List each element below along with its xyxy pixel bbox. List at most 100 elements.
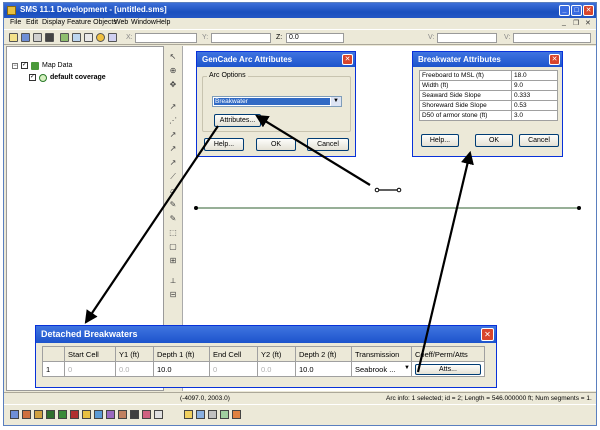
transmission-select[interactable]: Seabrook ... ▼ <box>351 361 412 377</box>
ugrid-module-icon[interactable] <box>130 410 139 419</box>
ok-button[interactable]: OK <box>475 134 513 147</box>
help-button[interactable]: Help... <box>204 138 244 151</box>
arc-group-icon[interactable]: ⟋ <box>168 172 178 182</box>
pan-tool-icon[interactable]: ✥ <box>168 80 178 90</box>
map-module-icon[interactable] <box>58 410 67 419</box>
select-vertex-icon[interactable]: ⋰ <box>168 116 178 126</box>
polygon-icon[interactable]: ▱ <box>168 186 178 196</box>
close-button[interactable]: ✕ <box>342 54 353 65</box>
cartesian-module-icon[interactable] <box>46 410 55 419</box>
chevron-down-icon[interactable]: ▼ <box>331 97 341 106</box>
tree-item-map-data[interactable]: Map Data <box>42 62 72 69</box>
menu-feature-objects[interactable]: Feature Objects <box>67 19 117 26</box>
close-button[interactable]: ✕ <box>481 328 494 341</box>
mdi-minimize-button[interactable]: _ <box>562 19 566 26</box>
arc-node-start[interactable] <box>194 206 198 210</box>
attributes-button[interactable]: Attributes... <box>214 114 261 127</box>
tree-expander[interactable]: − <box>12 63 18 69</box>
select-arc-icon[interactable]: ↗ <box>168 144 178 154</box>
maximize-button[interactable]: □ <box>571 5 582 16</box>
atts-button[interactable]: Atts... <box>415 363 481 375</box>
minimize-button[interactable]: _ <box>559 5 570 16</box>
breakwater-node-end[interactable] <box>396 187 402 193</box>
edit-arc-icon[interactable]: ↗ <box>168 158 178 168</box>
header-depth2[interactable]: Depth 2 (ft) <box>295 346 352 362</box>
coverage-checkbox[interactable]: ✓ <box>29 74 36 81</box>
arc-type-select[interactable]: Breakwater ▼ <box>212 96 342 107</box>
menu-window[interactable]: Window <box>131 19 156 26</box>
breakwater-node-start[interactable] <box>374 187 380 193</box>
frame-icon[interactable] <box>60 33 69 42</box>
annotation-module-icon[interactable] <box>142 410 151 419</box>
menu-file[interactable]: File <box>10 19 21 26</box>
new-icon[interactable] <box>9 33 18 42</box>
mesh-module-icon[interactable] <box>10 410 19 419</box>
scatter-module-icon[interactable] <box>34 410 43 419</box>
grid-module-icon[interactable] <box>22 410 31 419</box>
display-options-icon[interactable] <box>196 410 205 419</box>
zoom-tool-icon[interactable]: ⊕ <box>168 66 178 76</box>
map-data-checkbox[interactable]: ✓ <box>21 62 28 69</box>
close-button[interactable]: ✕ <box>583 5 594 16</box>
select-polygon-icon[interactable]: ⬚ <box>168 228 178 238</box>
1d-grid-module-icon[interactable] <box>106 410 115 419</box>
raster-module-icon[interactable] <box>118 410 127 419</box>
color-ramp-icon[interactable] <box>232 410 241 419</box>
dialog-title-bar[interactable]: GenCade Arc Attributes ✕ <box>197 52 355 67</box>
depth1-cell[interactable]: 10.0 <box>153 361 210 377</box>
vy-field[interactable] <box>513 33 591 43</box>
ok-button[interactable]: OK <box>256 138 296 151</box>
save-icon[interactable] <box>21 33 30 42</box>
light-icon[interactable] <box>184 410 193 419</box>
header-y2[interactable]: Y2 (ft) <box>257 346 296 362</box>
z-coord-field[interactable]: 0.0 <box>286 33 344 43</box>
header-transmission[interactable]: Transmission <box>351 346 412 362</box>
attribute-value[interactable]: 0.53 <box>511 100 558 111</box>
refresh-icon[interactable] <box>84 33 93 42</box>
help-button[interactable]: Help... <box>421 134 459 147</box>
tree-item-default-coverage[interactable]: default coverage <box>50 74 106 81</box>
attribute-value[interactable]: 18.0 <box>511 70 558 81</box>
header-start-cell[interactable]: Start Cell <box>64 346 116 362</box>
gis-module-icon[interactable] <box>70 410 79 419</box>
create-point-icon[interactable]: ↗ <box>168 102 178 112</box>
measure-tool-icon[interactable]: ⊟ <box>168 290 178 300</box>
delete-icon[interactable] <box>45 33 54 42</box>
menu-help[interactable]: Help <box>156 19 170 26</box>
quadtree-module-icon[interactable] <box>94 410 103 419</box>
menu-web[interactable]: Web <box>114 19 128 26</box>
title-bar[interactable]: SMS 11.1 Development - [untitled.sms] _ … <box>4 3 596 18</box>
header-end-cell[interactable]: End Cell <box>209 346 258 362</box>
x-coord-field[interactable] <box>135 33 197 43</box>
blank-module-icon[interactable] <box>154 410 163 419</box>
frame-tool-icon[interactable]: ▢ <box>168 242 178 252</box>
dialog-title-bar[interactable]: Breakwater Attributes ✕ <box>413 52 562 67</box>
close-button[interactable]: ✕ <box>549 54 560 65</box>
zoom-icon[interactable] <box>72 33 81 42</box>
cancel-button[interactable]: Cancel <box>307 138 349 151</box>
ruler-tool-icon[interactable]: ⟂ <box>168 276 178 286</box>
attribute-value[interactable]: 0.333 <box>511 90 558 101</box>
header-coeff-perm-atts[interactable]: Coeff/Perm/Atts <box>411 346 485 362</box>
mdi-close-button[interactable]: ✕ <box>585 19 591 27</box>
menu-edit[interactable]: Edit <box>26 19 38 26</box>
arc-node-end[interactable] <box>577 206 581 210</box>
depth2-cell[interactable]: 10.0 <box>295 361 352 377</box>
legend-icon[interactable] <box>220 410 229 419</box>
v-field[interactable] <box>437 33 497 43</box>
attribute-value[interactable]: 3.0 <box>511 110 558 121</box>
mdi-restore-button[interactable]: ❐ <box>573 19 579 27</box>
menu-display[interactable]: Display <box>42 19 65 26</box>
header-depth1[interactable]: Depth 1 (ft) <box>153 346 210 362</box>
chevron-down-icon[interactable]: ▼ <box>404 365 410 371</box>
grid-tool-icon[interactable]: ⊞ <box>168 256 178 266</box>
create-arc-icon[interactable]: ↗ <box>168 130 178 140</box>
particle-module-icon[interactable] <box>82 410 91 419</box>
attribute-value[interactable]: 9.0 <box>511 80 558 91</box>
tool-icon[interactable] <box>108 33 117 42</box>
dialog-title-bar[interactable]: Detached Breakwaters ✕ <box>36 326 496 343</box>
pencil-tool-icon[interactable]: ✎ <box>168 214 178 224</box>
cancel-button[interactable]: Cancel <box>519 134 559 147</box>
print-icon[interactable] <box>33 33 42 42</box>
contour-icon[interactable] <box>208 410 217 419</box>
